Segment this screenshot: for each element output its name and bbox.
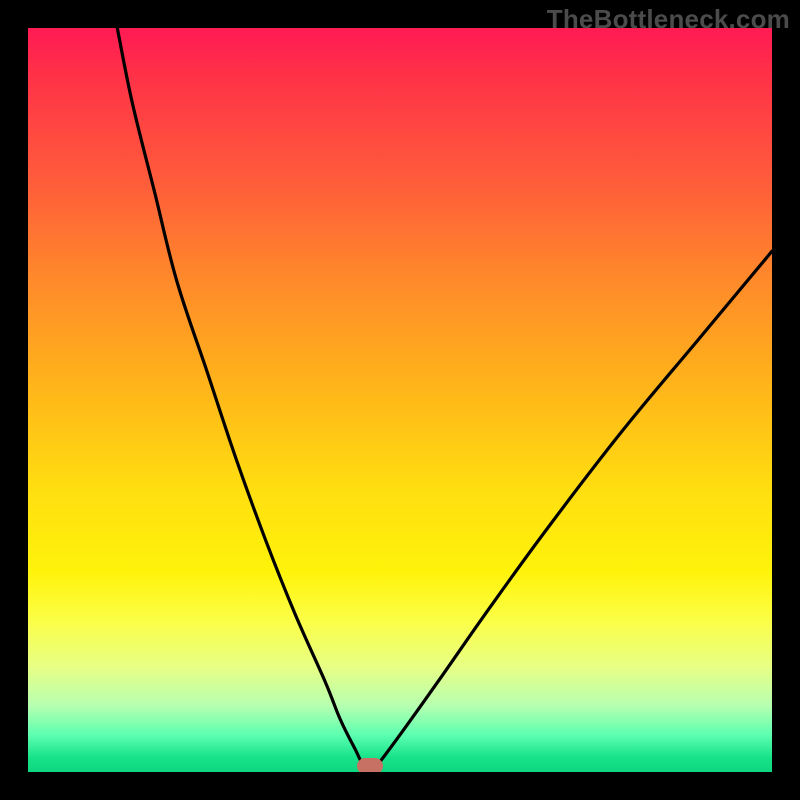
minimum-marker (357, 758, 383, 772)
curve-path (117, 28, 772, 772)
chart-frame: TheBottleneck.com (0, 0, 800, 800)
bottleneck-curve (28, 28, 772, 772)
plot-area (28, 28, 772, 772)
watermark-text: TheBottleneck.com (547, 4, 790, 35)
